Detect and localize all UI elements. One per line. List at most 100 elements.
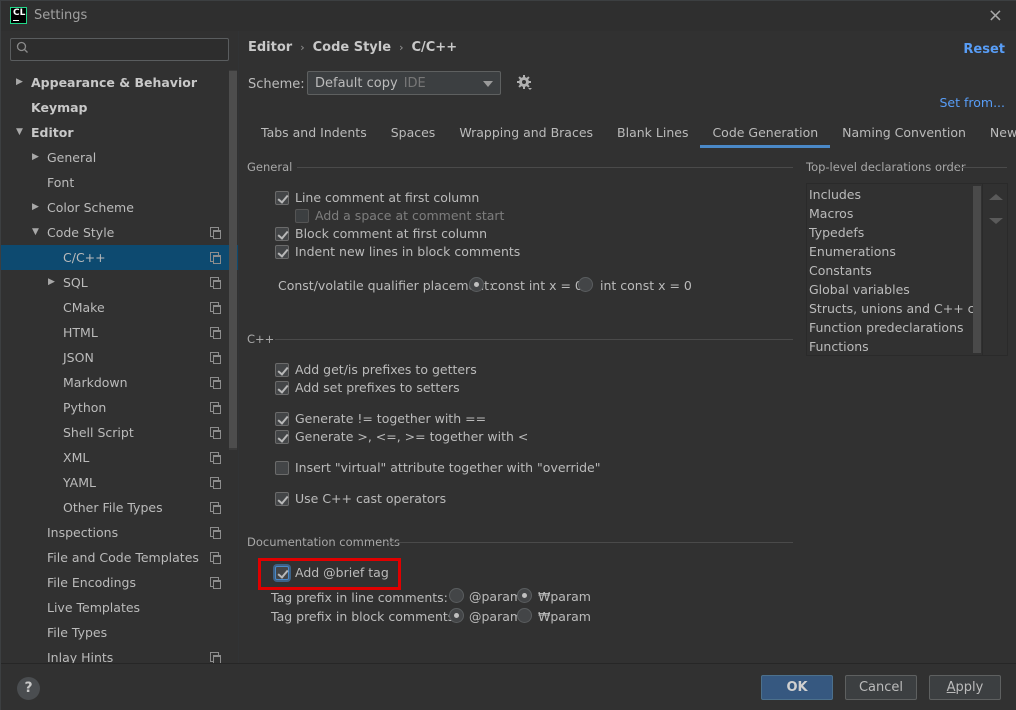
settings-search[interactable] xyxy=(10,38,229,61)
dialog-footer: ? OK Cancel Apply xyxy=(1,663,1016,710)
list-item[interactable]: Macros xyxy=(808,204,981,223)
list-item[interactable]: Constants xyxy=(808,261,981,280)
checkbox[interactable] xyxy=(275,492,289,506)
sidebar-scrollbar-thumb[interactable] xyxy=(229,71,237,448)
sidebar-item-code-style[interactable]: ▼ Code Style xyxy=(1,220,229,245)
gear-icon[interactable] xyxy=(516,74,534,92)
checkbox[interactable] xyxy=(275,430,289,444)
line-prefix-radio-at-param[interactable] xyxy=(449,588,464,603)
close-icon[interactable]: × xyxy=(988,5,1003,26)
project-scheme-icon xyxy=(210,652,221,664)
chevron-down-icon[interactable]: ▼ xyxy=(32,220,39,245)
move-down-icon[interactable] xyxy=(989,218,1003,224)
cancel-button[interactable]: Cancel xyxy=(845,675,917,700)
declarations-list[interactable]: Includes Macros Typedefs Enumerations Consta… xyxy=(808,185,981,354)
tab-tabs-and-indents[interactable]: Tabs and Indents xyxy=(249,121,379,148)
help-button[interactable]: ? xyxy=(17,677,40,700)
qualifier-radio-const-int[interactable] xyxy=(469,277,484,292)
list-item[interactable]: Includes xyxy=(808,185,981,204)
sidebar-item-c-c[interactable]: C/C++ xyxy=(1,245,238,270)
sidebar-item-keymap[interactable]: Keymap xyxy=(1,95,229,120)
sidebar-item-html[interactable]: HTML xyxy=(1,320,229,345)
breadcrumb-code-style[interactable]: Code Style xyxy=(313,40,391,55)
sidebar-item-file-types[interactable]: File Types xyxy=(1,620,229,645)
list-item[interactable]: Structs, unions and C++ classes xyxy=(808,299,981,318)
sidebar-item-live-templates[interactable]: Live Templates xyxy=(1,595,229,620)
checkbox[interactable] xyxy=(275,412,289,426)
sidebar-item-general[interactable]: ▶ General xyxy=(1,145,229,170)
sidebar-item-json[interactable]: JSON xyxy=(1,345,229,370)
line-prefix-radio-backslash-param[interactable] xyxy=(517,588,532,603)
chevron-right-icon[interactable]: ▶ xyxy=(32,195,39,220)
chevron-right-icon[interactable]: ▶ xyxy=(16,70,23,95)
tab-wrapping-and-braces[interactable]: Wrapping and Braces xyxy=(447,121,605,148)
sidebar-item-label: File Types xyxy=(47,625,108,640)
sidebar-item-font[interactable]: Font xyxy=(1,170,229,195)
move-up-icon[interactable] xyxy=(989,194,1003,200)
chevron-right-icon[interactable]: ▶ xyxy=(32,145,39,170)
breadcrumb-editor[interactable]: Editor xyxy=(248,40,292,55)
sidebar-item-file-encodings[interactable]: File Encodings xyxy=(1,570,229,595)
checkbox[interactable] xyxy=(275,461,289,475)
sidebar-item-python[interactable]: Python xyxy=(1,395,229,420)
docs-group-title: Documentation comments xyxy=(247,535,400,549)
sidebar-item-label: SQL xyxy=(63,275,88,290)
sidebar-item-markdown[interactable]: Markdown xyxy=(1,370,229,395)
checkbox[interactable] xyxy=(295,209,309,223)
checkbox[interactable] xyxy=(275,191,289,205)
ok-button[interactable]: OK xyxy=(761,675,833,700)
general-group-divider xyxy=(297,167,793,168)
project-scheme-icon xyxy=(210,577,221,589)
tab-new-file[interactable]: New File xyxy=(978,121,1016,148)
tab-code-generation[interactable]: Code Generation xyxy=(700,121,830,148)
scheme-dropdown[interactable]: Default copy IDE xyxy=(307,71,501,95)
block-prefix-radio-at-param[interactable] xyxy=(449,608,464,623)
block-prefix-option-label: @param xyxy=(469,609,523,624)
cpp-group-title: C++ xyxy=(247,332,275,346)
qualifier-option-label: int const x = 0 xyxy=(600,278,692,293)
list-item[interactable]: Typedefs xyxy=(808,223,981,242)
clion-logo-icon: CL xyxy=(10,7,27,24)
list-item[interactable]: Global variables xyxy=(808,280,981,299)
set-from-link[interactable]: Set from... xyxy=(939,95,1005,110)
sidebar-item-file-and-code-templates[interactable]: File and Code Templates xyxy=(1,545,229,570)
sidebar-item-label: Other File Types xyxy=(63,500,163,515)
tab-blank-lines[interactable]: Blank Lines xyxy=(605,121,700,148)
sidebar-item-appearance-behavior[interactable]: ▶ Appearance & Behavior xyxy=(1,70,229,95)
qualifier-radio-int-const[interactable] xyxy=(578,277,593,292)
checkbox[interactable] xyxy=(275,245,289,259)
settings-dialog: CL Settings × ▶ Appearance & Behavior Keym… xyxy=(0,0,1016,710)
tab-spaces[interactable]: Spaces xyxy=(379,121,448,148)
sidebar-item-xml[interactable]: XML xyxy=(1,445,229,470)
project-scheme-icon xyxy=(210,327,221,339)
sidebar-item-other-file-types[interactable]: Other File Types xyxy=(1,495,229,520)
block-prefix-radio-backslash-param[interactable] xyxy=(517,608,532,623)
sidebar-item-label: Markdown xyxy=(63,375,128,390)
chevron-down-icon[interactable]: ▼ xyxy=(16,120,23,145)
sidebar-item-inspections[interactable]: Inspections xyxy=(1,520,229,545)
highlight-annotation xyxy=(258,558,401,590)
sidebar-item-shell-script[interactable]: Shell Script xyxy=(1,420,229,445)
checkbox[interactable] xyxy=(275,227,289,241)
declarations-scrollbar[interactable] xyxy=(973,186,981,353)
sidebar-item-cmake[interactable]: CMake xyxy=(1,295,229,320)
checkbox[interactable] xyxy=(275,381,289,395)
checkbox[interactable] xyxy=(275,363,289,377)
tab-naming-convention[interactable]: Naming Convention xyxy=(830,121,978,148)
chevron-right-icon[interactable]: ▶ xyxy=(48,270,55,295)
apply-button[interactable]: Apply xyxy=(929,675,1001,700)
sidebar-item-editor[interactable]: ▼ Editor xyxy=(1,120,229,145)
sidebar-item-sql[interactable]: ▶ SQL xyxy=(1,270,229,295)
project-scheme-icon xyxy=(210,252,221,264)
list-item[interactable]: Functions xyxy=(808,337,981,354)
sidebar-item-color-scheme[interactable]: ▶ Color Scheme xyxy=(1,195,229,220)
search-input[interactable] xyxy=(35,39,225,60)
cpp-group-divider xyxy=(275,339,793,340)
list-item[interactable]: Enumerations xyxy=(808,242,981,261)
block-prefix-option-label: ₩param xyxy=(538,609,591,624)
project-scheme-icon xyxy=(210,452,221,464)
declarations-group-title: Top-level declarations order xyxy=(806,160,966,174)
list-item[interactable]: Function predeclarations xyxy=(808,318,981,337)
sidebar-item-yaml[interactable]: YAML xyxy=(1,470,229,495)
reset-link[interactable]: Reset xyxy=(963,42,1005,57)
